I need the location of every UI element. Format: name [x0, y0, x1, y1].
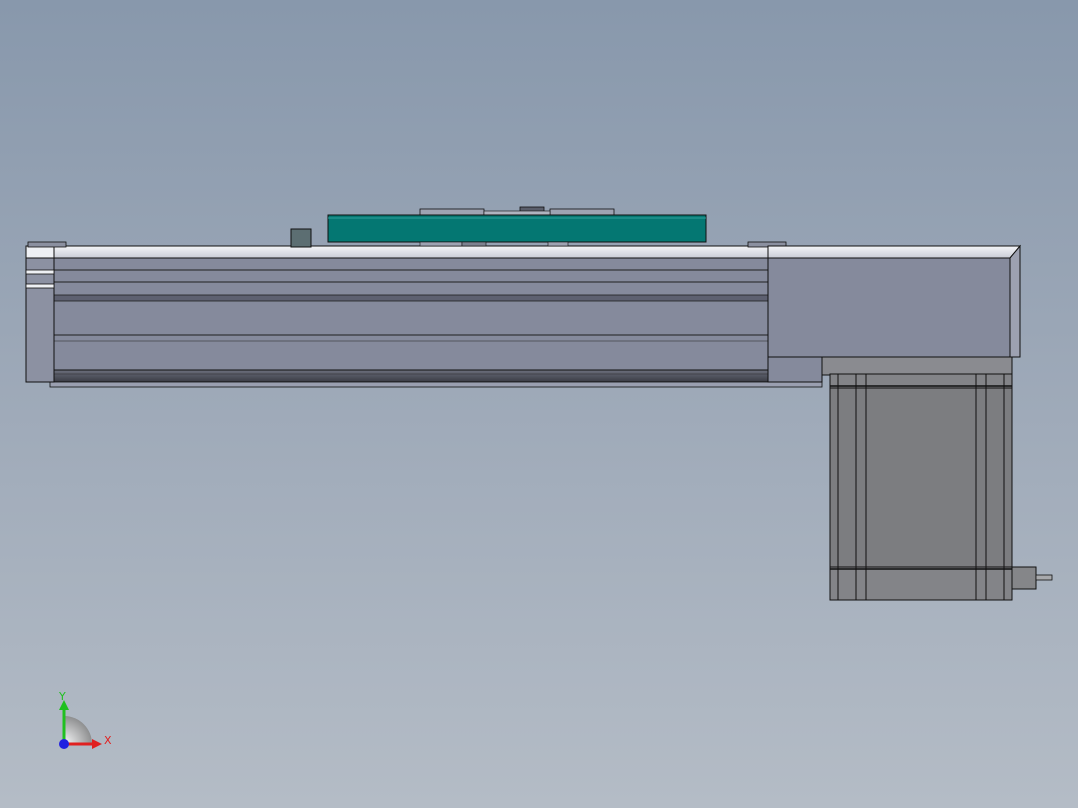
- z-axis-dot: [59, 739, 69, 749]
- graphics-viewport[interactable]: Y X: [0, 0, 1078, 808]
- cad-model-view[interactable]: Y X: [0, 0, 1078, 808]
- linear-actuator-body[interactable]: [25, 228, 823, 388]
- carriage-plate[interactable]: [327, 206, 707, 247]
- x-axis-label: X: [104, 734, 112, 747]
- motor-shaft[interactable]: [1011, 566, 1053, 590]
- triad-plane-icon: [64, 716, 92, 744]
- stepper-motor[interactable]: [829, 373, 1013, 601]
- x-axis-arrowhead: [92, 739, 102, 749]
- y-axis-label: Y: [58, 690, 66, 703]
- reference-triad: Y X: [58, 690, 112, 749]
- end-housing[interactable]: [767, 244, 1022, 383]
